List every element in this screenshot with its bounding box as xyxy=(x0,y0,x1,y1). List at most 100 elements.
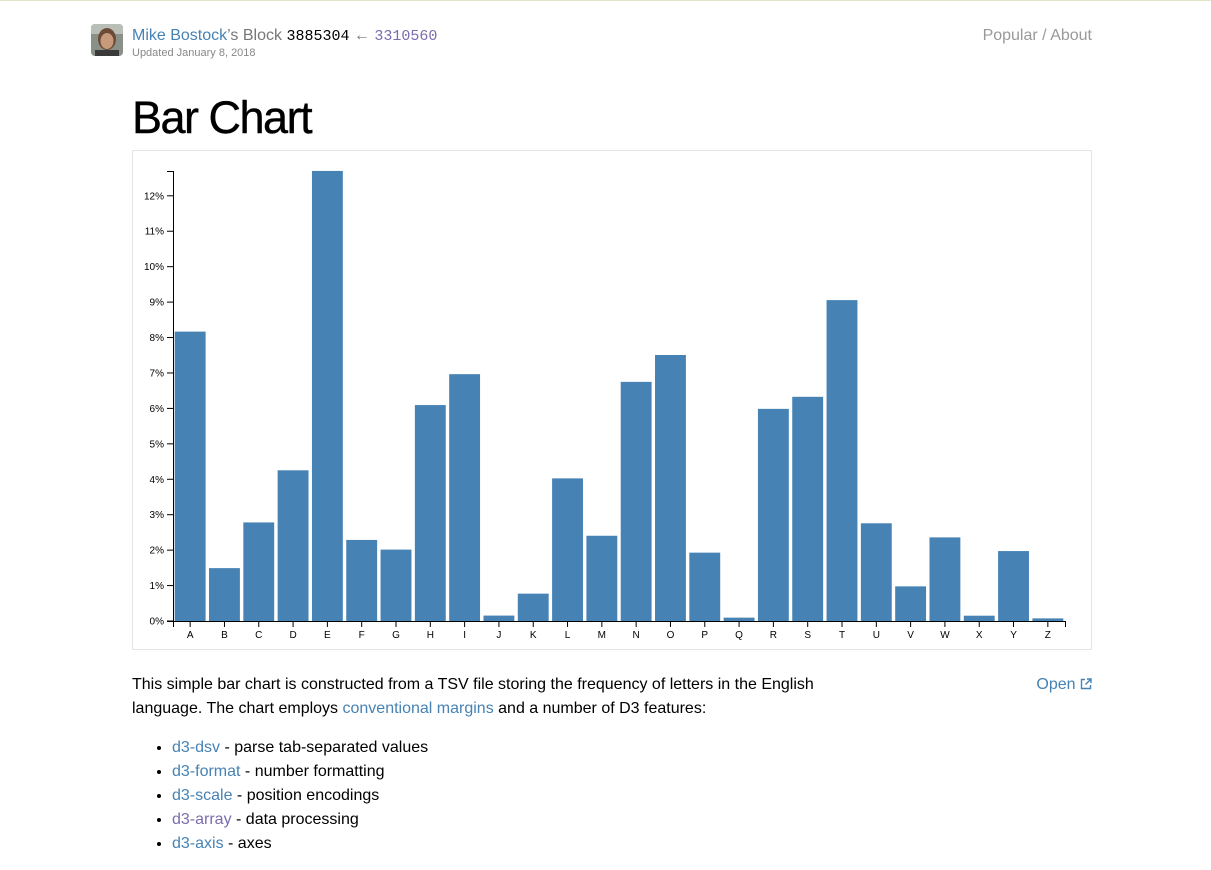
y-axis-line xyxy=(167,171,174,622)
y-tick-label: 2% xyxy=(150,546,165,557)
list-item: d3-format - number formatting xyxy=(172,760,428,784)
x-axis-line xyxy=(173,621,1066,627)
y-tick-label: 6% xyxy=(150,404,165,415)
x-tick-label: B xyxy=(221,630,228,641)
bar-M xyxy=(586,535,618,621)
nav-popular-link[interactable]: Popular xyxy=(983,27,1038,44)
bar-F xyxy=(346,539,378,621)
open-label: Open xyxy=(1036,676,1076,693)
feature-text: - data processing xyxy=(231,811,359,828)
bar-V xyxy=(895,586,927,621)
x-tick-label: X xyxy=(976,630,983,641)
top-nav: Popular / About xyxy=(983,27,1092,45)
x-tick-label: F xyxy=(359,630,365,641)
bar-R xyxy=(757,408,789,621)
open-button[interactable]: Open xyxy=(1036,673,1092,697)
y-tick-label: 1% xyxy=(150,581,165,592)
feature-list: d3-dsv - parse tab-separated values d3-f… xyxy=(132,736,428,856)
y-tick-label: 12% xyxy=(144,191,164,202)
parent-block-link[interactable]: 3310560 xyxy=(374,28,437,45)
bar-N xyxy=(620,381,652,621)
fork-arrow: ← xyxy=(353,27,370,44)
x-tick-label: H xyxy=(427,630,434,641)
bar-Q xyxy=(723,617,755,621)
bar-A xyxy=(174,331,206,621)
bar-C xyxy=(243,522,275,621)
block-id: 3885304 xyxy=(286,28,350,45)
x-tick-label: V xyxy=(907,630,914,641)
x-tick-label: T xyxy=(839,630,845,641)
block-header: Mike Bostock’s Block 3885304 ← 3310560 xyxy=(132,27,437,46)
bar-O xyxy=(655,355,686,621)
x-tick-label: O xyxy=(667,630,675,641)
bar-Z xyxy=(1032,618,1064,621)
y-tick-label: 4% xyxy=(150,475,165,486)
conventional-margins-link[interactable]: conventional margins xyxy=(343,700,494,717)
x-tick-label: D xyxy=(289,630,296,641)
x-tick-label: G xyxy=(392,630,400,641)
x-tick-label: Z xyxy=(1045,630,1051,641)
bar-D xyxy=(277,470,309,621)
author-avatar[interactable] xyxy=(91,24,123,56)
x-tick-label: W xyxy=(940,630,950,641)
nav-about-link[interactable]: About xyxy=(1050,27,1092,44)
top-border xyxy=(0,0,1211,1)
bar-I xyxy=(449,374,481,621)
page-title: Bar Chart xyxy=(132,92,313,143)
x-axis: A B C D E F G H I J K L M N O P Q R S T U V W X Y Z xyxy=(173,621,1066,641)
x-tick-label: L xyxy=(565,630,571,641)
x-tick-label: M xyxy=(598,630,606,641)
y-tick-label: 11% xyxy=(145,227,164,238)
nav-separator: / xyxy=(1042,27,1047,44)
x-tick-label: A xyxy=(187,630,194,641)
bar-X xyxy=(963,615,995,621)
d3-axis-link[interactable]: d3-axis xyxy=(172,835,224,852)
x-tick-label: N xyxy=(633,630,640,641)
d3-array-link[interactable]: d3-array xyxy=(172,811,232,828)
bar-L xyxy=(552,478,583,621)
y-tick-label: 9% xyxy=(150,298,165,309)
x-tick-label: Q xyxy=(735,630,743,641)
d3-scale-link[interactable]: d3-scale xyxy=(172,787,232,804)
bar-B xyxy=(209,568,240,621)
y-tick-label: 0% xyxy=(150,617,165,628)
bar-G xyxy=(380,549,412,621)
description: This simple bar chart is constructed fro… xyxy=(132,673,852,721)
bar-S xyxy=(792,396,824,621)
feature-text: - position encodings xyxy=(232,787,380,804)
x-tick-label: K xyxy=(530,630,537,641)
y-tick-label: 8% xyxy=(150,333,165,344)
x-tick-label: E xyxy=(324,630,331,641)
plot-area: A B C D E F G H I J K L M N O P Q R S T U V W X Y Z 0% 1% 2% 3% 4% 5% 6%… xyxy=(144,170,1066,641)
bar-J xyxy=(483,615,515,621)
description-text-2: and a number of D3 features: xyxy=(493,700,707,717)
y-tick-label: 3% xyxy=(150,510,165,521)
feature-text: - number formatting xyxy=(240,763,385,780)
bar-E xyxy=(311,170,343,621)
bar-H xyxy=(414,405,446,621)
feature-text: - parse tab-separated values xyxy=(220,739,429,756)
y-tick-label: 7% xyxy=(150,368,165,379)
bar-P xyxy=(689,552,721,621)
list-item: d3-scale - position encodings xyxy=(172,784,428,808)
x-tick-label: R xyxy=(770,630,777,641)
x-tick-label: S xyxy=(804,630,811,641)
author-link[interactable]: Mike Bostock xyxy=(132,27,227,44)
bar-Y xyxy=(998,551,1029,621)
bar-K xyxy=(517,593,549,621)
list-item: d3-array - data processing xyxy=(172,808,428,832)
list-item: d3-dsv - parse tab-separated values xyxy=(172,736,428,760)
x-tick-label: P xyxy=(701,630,708,641)
bar-chart: A B C D E F G H I J K L M N O P Q R S T U V W X Y Z 0% 1% 2% 3% 4% 5% 6%… xyxy=(144,170,1066,641)
block-possessive: ’s Block xyxy=(227,27,282,44)
d3-format-link[interactable]: d3-format xyxy=(172,763,240,780)
bar-W xyxy=(929,537,961,621)
y-tick-label: 10% xyxy=(144,262,164,273)
d3-dsv-link[interactable]: d3-dsv xyxy=(172,739,220,756)
x-tick-label: I xyxy=(463,630,466,641)
external-link-icon xyxy=(1080,678,1092,690)
y-tick-label: 5% xyxy=(150,439,165,450)
y-axis: 0% 1% 2% 3% 4% 5% 6% 7% 8% 9% 10% 11% 12% xyxy=(144,171,174,628)
x-tick-label: J xyxy=(496,630,501,641)
x-tick-label: C xyxy=(255,630,262,641)
